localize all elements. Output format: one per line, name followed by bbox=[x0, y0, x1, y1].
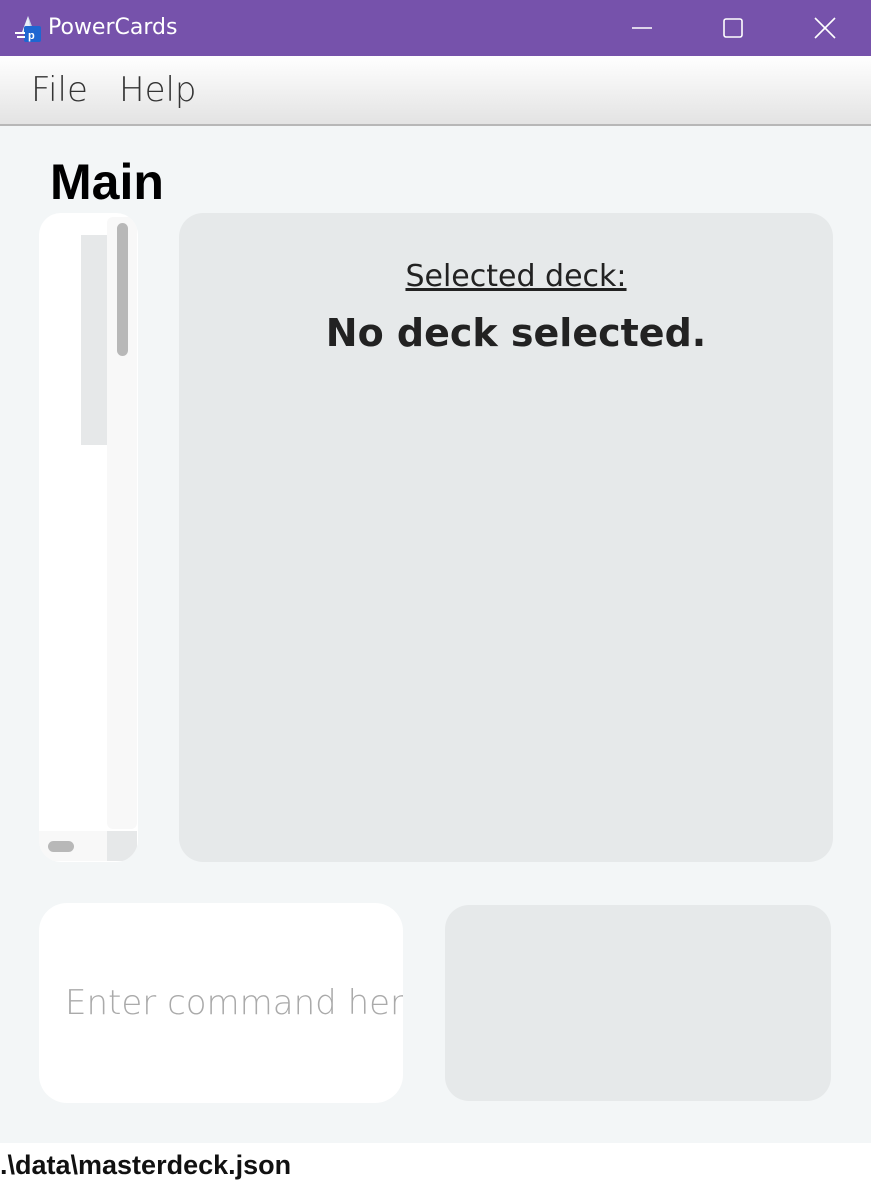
close-icon bbox=[814, 17, 836, 39]
minimize-button[interactable] bbox=[596, 0, 688, 56]
command-box bbox=[39, 903, 403, 1103]
maximize-icon bbox=[722, 17, 744, 39]
powercards-logo-icon: p bbox=[12, 12, 44, 44]
close-button[interactable] bbox=[779, 0, 871, 56]
deck-list[interactable] bbox=[39, 213, 138, 862]
window-title: PowerCards bbox=[48, 15, 178, 40]
selected-deck-panel: Selected deck: No deck selected. bbox=[179, 213, 833, 862]
list-item[interactable] bbox=[81, 235, 107, 445]
maximize-button[interactable] bbox=[687, 0, 779, 56]
command-input[interactable] bbox=[39, 903, 403, 1103]
selected-deck-value: No deck selected. bbox=[325, 311, 707, 355]
title-bar: p PowerCards bbox=[0, 0, 871, 56]
selected-deck-label: Selected deck: bbox=[405, 259, 627, 294]
status-bar: .\data\masterdeck.json bbox=[0, 1143, 871, 1185]
result-display bbox=[445, 905, 831, 1101]
minimize-icon bbox=[631, 17, 653, 39]
horizontal-scroll-thumb[interactable] bbox=[48, 841, 74, 852]
page-title: Main bbox=[50, 154, 164, 210]
data-file-path: .\data\masterdeck.json bbox=[0, 1150, 292, 1180]
scrollbar-corner bbox=[107, 831, 137, 861]
menu-file[interactable]: File bbox=[31, 70, 88, 110]
menu-help[interactable]: Help bbox=[119, 70, 197, 110]
vertical-scroll-thumb[interactable] bbox=[117, 223, 128, 356]
menu-bar: File Help bbox=[0, 56, 871, 126]
svg-text:p: p bbox=[28, 30, 35, 42]
